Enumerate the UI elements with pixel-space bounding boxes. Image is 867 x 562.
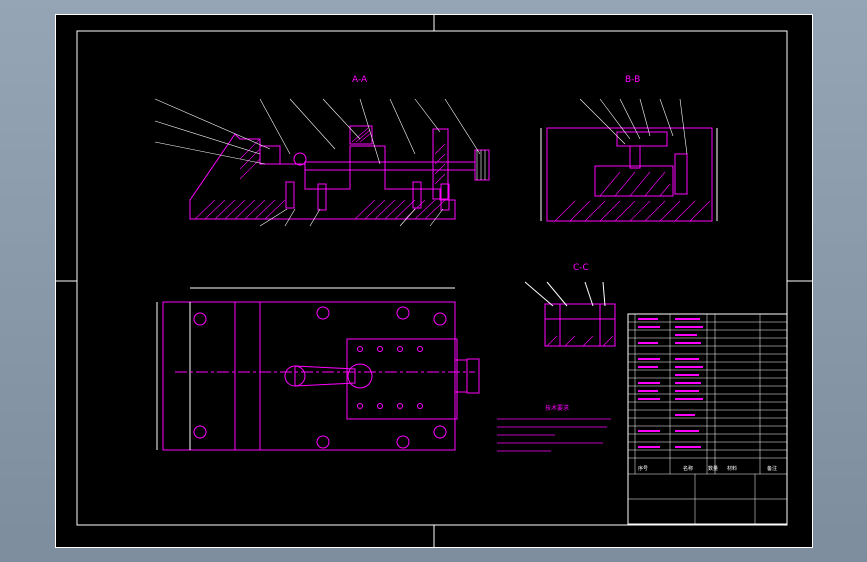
parts-list-entries xyxy=(638,318,703,448)
parts-list-rows xyxy=(628,314,787,524)
bb-side-screw xyxy=(674,153,688,195)
header-seq: 序号 xyxy=(638,465,648,472)
tech-requirements-title: 技术要求 xyxy=(545,404,569,412)
header-name: 名称 xyxy=(683,465,693,472)
bolt-bot-2 xyxy=(396,435,410,449)
knob-knurl xyxy=(476,150,486,180)
outer-border xyxy=(55,14,813,548)
cc-outline xyxy=(544,303,616,347)
screw-3 xyxy=(412,181,422,209)
screw-1 xyxy=(285,181,295,209)
header-note: 备注 xyxy=(767,465,777,472)
plan-base-outline xyxy=(162,301,456,451)
plan-handle-knob xyxy=(466,358,480,394)
slot-br xyxy=(433,425,447,439)
screw-2 xyxy=(317,183,327,211)
plan-small-holes xyxy=(357,346,423,409)
bolt-bot-1 xyxy=(316,435,330,449)
drawing-sheet: A-A B-B 技术要求 C-C 序号 名称 数量 材料 备注 xyxy=(55,14,813,548)
cc-hatching xyxy=(546,335,614,347)
section-aa-label: A-A xyxy=(352,75,368,85)
section-bb-label: B-B xyxy=(625,75,640,85)
plan-eccentric xyxy=(347,363,373,389)
header-material: 材料 xyxy=(727,465,737,472)
fixture-base-outline xyxy=(189,133,456,220)
base-hatching xyxy=(194,138,446,220)
slot-tl xyxy=(193,312,207,326)
plan-view: 技术要求 xyxy=(156,287,611,452)
bb-center-pin xyxy=(629,145,641,169)
plan-lever-arm xyxy=(294,365,356,387)
header-qty: 数量 xyxy=(708,465,718,472)
cad-viewport[interactable]: A-A B-B 技术要求 C-C 序号 名称 数量 材料 备注 xyxy=(0,0,867,562)
section-cc-label: C-C xyxy=(573,263,589,273)
pivot-pin xyxy=(293,152,307,166)
clamp-rod xyxy=(304,161,476,171)
parts-list-frame xyxy=(627,313,788,525)
assembly-drawing: A-A B-B 技术要求 C-C 序号 名称 数量 材料 备注 xyxy=(55,14,813,548)
bolt-top-1 xyxy=(316,306,330,320)
slot-tr xyxy=(433,312,447,326)
parts-list: 序号 名称 数量 材料 备注 xyxy=(627,313,788,525)
tech-requirements-lines xyxy=(497,418,611,452)
section-aa-view: A-A xyxy=(154,75,490,227)
slot-bl xyxy=(193,425,207,439)
bolt-top-2 xyxy=(396,306,410,320)
section-bb-view: B-B xyxy=(540,75,718,222)
section-cc-view: C-C xyxy=(524,263,616,347)
